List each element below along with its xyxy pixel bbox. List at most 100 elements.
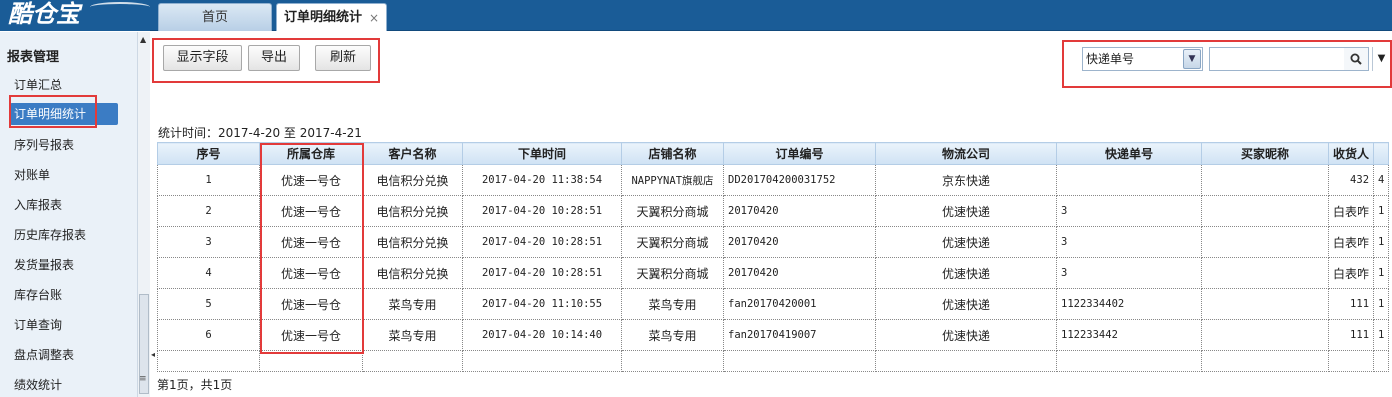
column-header[interactable]: 所属仓库 — [259, 142, 363, 165]
cell-order-time: 2017-04-20 11:38:54 — [462, 164, 622, 196]
cell-order-time: 2017-04-20 11:10:55 — [462, 288, 622, 320]
cell-tracking-no: 1122334402 — [1056, 288, 1202, 320]
close-tab-icon[interactable]: × — [369, 4, 379, 32]
cell-tracking-no — [1056, 164, 1202, 196]
cell-order-no: 20170420 — [723, 257, 876, 289]
column-header[interactable]: 物流公司 — [875, 142, 1057, 165]
column-header[interactable]: 收货人 — [1327, 142, 1375, 165]
cell-buyer-nick — [1201, 288, 1329, 320]
search-field-value: 快递单号 — [1086, 52, 1135, 66]
cell-warehouse: 优速一号仓 — [259, 195, 363, 227]
cell-overflow: 1 — [1373, 257, 1390, 289]
cell-logistics: 优速快递 — [875, 226, 1057, 258]
cell-customer: 电信积分兑换 — [362, 226, 463, 258]
chevron-down-icon[interactable]: ▼ — [1183, 49, 1201, 69]
show-fields-button[interactable]: 显示字段 — [163, 45, 242, 71]
sidebar-item-order-query[interactable]: 订单查询 — [14, 314, 118, 336]
table-row[interactable]: 1 优速一号仓 电信积分兑换 2017-04-20 11:38:54 NAPPY… — [157, 164, 1390, 196]
caret-down-icon[interactable]: ▼ — [1372, 47, 1390, 71]
tab-home[interactable]: 首页 — [158, 3, 272, 31]
cell-customer: 电信积分兑换 — [362, 164, 463, 196]
tab-order-detail-label: 订单明细统计 — [284, 10, 363, 25]
column-header[interactable]: 店铺名称 — [621, 142, 724, 165]
cell-warehouse: 优速一号仓 — [259, 257, 363, 289]
cell-index: 4 — [157, 257, 260, 289]
column-header[interactable]: 买家昵称 — [1201, 142, 1329, 165]
cell-order-time: 2017-04-20 10:28:51 — [462, 226, 622, 258]
cell-overflow: 1 — [1373, 195, 1390, 227]
grip-icon: ≡ — [139, 374, 147, 384]
cell-index: 3 — [157, 226, 260, 258]
column-header[interactable]: 订单编号 — [723, 142, 876, 165]
cell-buyer-nick — [1201, 195, 1329, 227]
table-row[interactable]: 3 优速一号仓 电信积分兑换 2017-04-20 10:28:51 天翼积分商… — [157, 226, 1390, 258]
cell-receiver: 白表咋 — [1327, 195, 1375, 227]
cell-shop: 天翼积分商城 — [621, 226, 724, 258]
sidebar-item-serial-report[interactable]: 序列号报表 — [14, 134, 118, 156]
cell-tracking-no: 3 — [1056, 195, 1202, 227]
search-icon — [1350, 53, 1362, 65]
cell-index: 6 — [157, 319, 260, 351]
cell-customer: 电信积分兑换 — [362, 257, 463, 289]
table-row[interactable]: 4 优速一号仓 电信积分兑换 2017-04-20 10:28:51 天翼积分商… — [157, 257, 1390, 289]
search-input[interactable] — [1209, 47, 1345, 71]
sidebar-item-stock-ledger[interactable]: 库存台账 — [14, 284, 118, 306]
cell-logistics: 优速快递 — [875, 257, 1057, 289]
cell-logistics: 优速快递 — [875, 195, 1057, 227]
search-field-select[interactable]: 快递单号 ▼ — [1082, 47, 1203, 71]
pager-info: 第1页，共1页 — [157, 378, 233, 392]
cell-customer: 菜鸟专用 — [362, 288, 463, 320]
sidebar-item-stocktake-adjust[interactable]: 盘点调整表 — [14, 344, 118, 366]
sidebar-item-shipping-volume[interactable]: 发货量报表 — [14, 254, 118, 276]
refresh-button[interactable]: 刷新 — [315, 45, 371, 71]
table-row[interactable]: 2 优速一号仓 电信积分兑换 2017-04-20 10:28:51 天翼积分商… — [157, 195, 1390, 227]
export-button[interactable]: 导出 — [248, 45, 300, 71]
cell-receiver: 111 — [1327, 288, 1375, 320]
cell-logistics: 京东快递 — [875, 164, 1057, 196]
order-detail-table: 序号 所属仓库 客户名称 下单时间 店铺名称 订单编号 物流公司 快递单号 买家… — [157, 142, 1390, 372]
cell-warehouse: 优速一号仓 — [259, 226, 363, 258]
cell-tracking-no: 3 — [1056, 257, 1202, 289]
cell-warehouse: 优速一号仓 — [259, 164, 363, 196]
sidebar-scrollbar[interactable]: ▲ ≡ — [137, 32, 150, 397]
cell-order-no: 20170420 — [723, 226, 876, 258]
cell-index: 1 — [157, 164, 260, 196]
column-header[interactable]: 客户名称 — [362, 142, 463, 165]
cell-receiver: 432 — [1327, 164, 1375, 196]
table-header-row: 序号 所属仓库 客户名称 下单时间 店铺名称 订单编号 物流公司 快递单号 买家… — [157, 142, 1390, 165]
sidebar-item-order-detail[interactable]: 订单明细统计 — [10, 103, 118, 125]
sidebar-section-title: 报表管理 — [7, 50, 60, 65]
sidebar-item-inbound-report[interactable]: 入库报表 — [14, 194, 118, 216]
scroll-up-icon[interactable]: ▲ — [140, 35, 146, 44]
cell-overflow: 1 — [1373, 288, 1390, 320]
cell-customer: 菜鸟专用 — [362, 319, 463, 351]
cell-buyer-nick — [1201, 226, 1329, 258]
column-header[interactable]: 序号 — [157, 142, 260, 165]
cell-tracking-no: 112233442 — [1056, 319, 1202, 351]
main-content: 显示字段 导出 刷新 快递单号 ▼ ▼ 统计时间：2017-4-20 至 201… — [152, 32, 1392, 397]
cell-logistics: 优速快递 — [875, 319, 1057, 351]
cell-overflow: 1 — [1373, 319, 1390, 351]
cell-tracking-no: 3 — [1056, 226, 1202, 258]
table-row[interactable]: 5 优速一号仓 菜鸟专用 2017-04-20 11:10:55 菜鸟专用 fa… — [157, 288, 1390, 320]
cell-receiver: 白表咋 — [1327, 257, 1375, 289]
column-header-overflow — [1373, 142, 1390, 165]
cell-buyer-nick — [1201, 319, 1329, 351]
search-button[interactable] — [1344, 47, 1369, 71]
stat-time-range: 统计时间：2017-4-20 至 2017-4-21 — [158, 126, 362, 140]
cell-order-time: 2017-04-20 10:28:51 — [462, 195, 622, 227]
cell-overflow: 1 — [1373, 226, 1390, 258]
sidebar-item-statement[interactable]: 对账单 — [14, 164, 118, 186]
column-header[interactable]: 快递单号 — [1056, 142, 1202, 165]
table-row[interactable]: 6 优速一号仓 菜鸟专用 2017-04-20 10:14:40 菜鸟专用 fa… — [157, 319, 1390, 351]
column-header[interactable]: 下单时间 — [462, 142, 622, 165]
tab-order-detail[interactable]: 订单明细统计 × — [276, 3, 387, 31]
sidebar-item-history-stock[interactable]: 历史库存报表 — [14, 224, 118, 246]
sidebar-item-order-summary[interactable]: 订单汇总 — [14, 74, 118, 96]
cell-logistics: 优速快递 — [875, 288, 1057, 320]
cell-shop: 天翼积分商城 — [621, 195, 724, 227]
cell-order-no: fan20170420001 — [723, 288, 876, 320]
sidebar-item-performance[interactable]: 绩效统计 — [14, 374, 118, 396]
cell-overflow: 4 — [1373, 164, 1390, 196]
cell-buyer-nick — [1201, 164, 1329, 196]
